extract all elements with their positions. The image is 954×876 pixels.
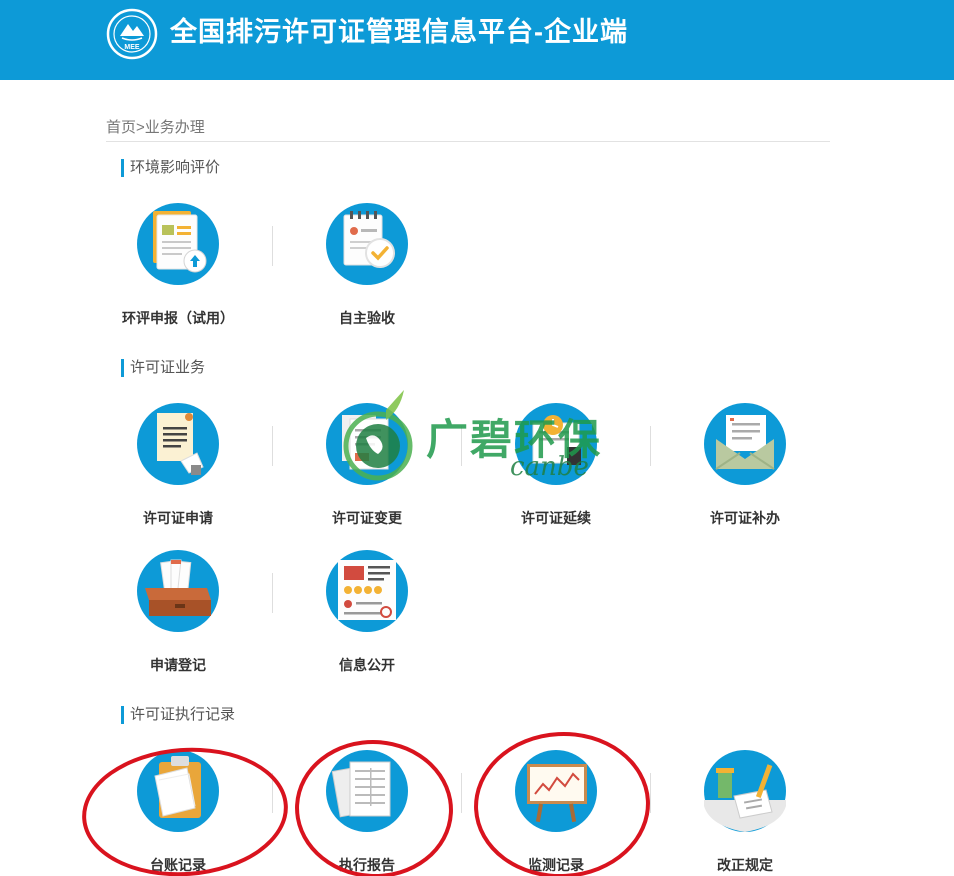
clipboard-icon bbox=[137, 750, 219, 832]
tile-label: 自主验收 bbox=[339, 310, 395, 326]
section-title-eia: 环境影响评价 bbox=[121, 159, 220, 177]
envelope-icon bbox=[704, 403, 786, 485]
tile-label: 许可证变更 bbox=[332, 510, 402, 526]
top-header: MEE 全国排污许可证管理信息平台-企业端 bbox=[0, 0, 954, 80]
info-board-icon bbox=[326, 550, 408, 632]
tile-label: 台账记录 bbox=[150, 857, 206, 873]
breadcrumb-divider bbox=[106, 141, 830, 142]
tile-eia-report[interactable]: 环评申报（试用） bbox=[93, 203, 263, 343]
watermark-subtext: canbe bbox=[510, 452, 589, 482]
tile-divider bbox=[650, 426, 651, 466]
tile-divider bbox=[272, 773, 273, 813]
eia-report-icon bbox=[137, 203, 219, 285]
tile-label: 改正规定 bbox=[717, 857, 773, 873]
report-pages-icon bbox=[326, 750, 408, 832]
tile-divider bbox=[272, 226, 273, 266]
tile-divider bbox=[650, 773, 651, 813]
tile-execution-report[interactable]: 执行报告 bbox=[282, 750, 452, 876]
tile-divider bbox=[272, 573, 273, 613]
breadcrumb[interactable]: 首页>业务办理 bbox=[106, 116, 205, 137]
self-acceptance-icon bbox=[326, 203, 408, 285]
tile-label: 许可证申请 bbox=[143, 510, 213, 526]
section-title-permit-execution: 许可证执行记录 bbox=[121, 706, 235, 724]
tile-correction-rules[interactable]: 改正规定 bbox=[660, 750, 830, 876]
tile-label: 执行报告 bbox=[339, 857, 395, 873]
tile-label: 申请登记 bbox=[150, 657, 206, 673]
tile-divider bbox=[272, 426, 273, 466]
tile-permit-reissue[interactable]: 许可证补办 bbox=[660, 403, 830, 543]
tile-permit-apply[interactable]: 许可证申请 bbox=[93, 403, 263, 543]
watermark: 广碧环保 canbe bbox=[340, 388, 610, 498]
tile-label: 信息公开 bbox=[339, 657, 395, 673]
line-chart-board-icon bbox=[515, 750, 597, 832]
tile-monitoring-record[interactable]: 监测记录 bbox=[471, 750, 641, 876]
mee-logo-icon: MEE bbox=[106, 8, 158, 60]
tile-label: 环评申报（试用） bbox=[122, 310, 234, 326]
tile-ledger-record[interactable]: 台账记录 bbox=[93, 750, 263, 876]
tile-divider bbox=[461, 773, 462, 813]
site-title: 全国排污许可证管理信息平台-企业端 bbox=[170, 17, 628, 47]
section-title-permit-business: 许可证业务 bbox=[121, 359, 205, 377]
tile-label: 许可证延续 bbox=[521, 510, 591, 526]
document-pen-icon bbox=[704, 750, 786, 832]
tile-self-acceptance[interactable]: 自主验收 bbox=[282, 203, 452, 343]
tile-info-disclosure[interactable]: 信息公开 bbox=[282, 550, 452, 690]
permit-apply-icon bbox=[137, 403, 219, 485]
globe-leaf-watermark-icon bbox=[343, 390, 413, 481]
tile-apply-registration[interactable]: 申请登记 bbox=[93, 550, 263, 690]
tile-label: 监测记录 bbox=[528, 857, 584, 873]
file-drawer-icon bbox=[137, 550, 219, 632]
tile-label: 许可证补办 bbox=[710, 510, 780, 526]
logo-text: MEE bbox=[124, 44, 140, 51]
